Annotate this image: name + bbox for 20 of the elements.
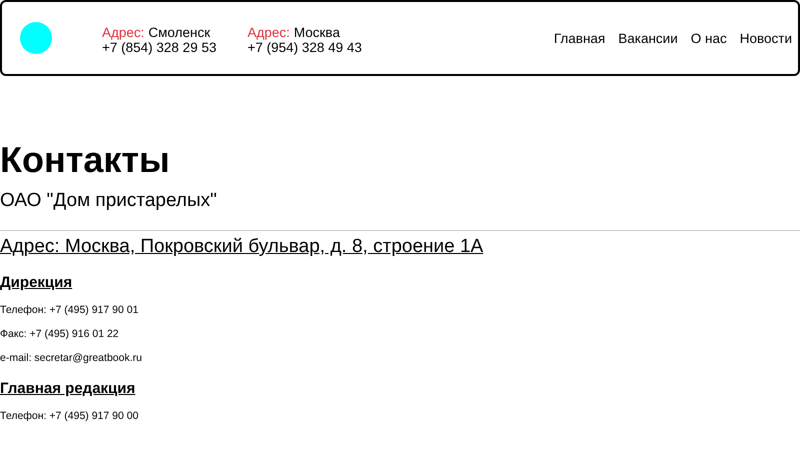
organization-name: ОАО "Дом пристарелых" <box>0 190 218 212</box>
logo-icon <box>20 22 52 54</box>
section-heading: Дирекция <box>0 274 74 292</box>
city-name: Смоленск <box>148 25 210 40</box>
section-heading: Главная редакция <box>0 380 136 398</box>
address-link[interactable]: Адрес: Москва, Покровский бульвар, д. 8, строение 1А <box>0 236 800 258</box>
nav-link[interactable]: Вакансии <box>618 28 678 50</box>
page-title: Контакты <box>0 140 171 180</box>
address-label: Адрес: <box>102 25 144 40</box>
address-label: Адрес: <box>247 25 290 40</box>
contact-line: e-mail: secretar@greatbook.ru <box>0 352 143 364</box>
city-name: Москва <box>294 25 340 40</box>
contact-line: Факс: +7 (495) 916 01 22 <box>0 328 120 340</box>
nav-link[interactable]: О нас <box>690 28 727 50</box>
phone-number: +7 (854) 328 29 53 <box>102 40 216 55</box>
nav-link[interactable]: Главная <box>554 28 606 50</box>
contact-line: Телефон: +7 (495) 917 90 01 <box>0 304 140 316</box>
nav-link[interactable]: Новости <box>740 28 792 50</box>
phone-number: +7 (954) 328 49 43 <box>247 40 362 55</box>
contact-line: Телефон: +7 (495) 917 90 00 <box>0 410 140 422</box>
